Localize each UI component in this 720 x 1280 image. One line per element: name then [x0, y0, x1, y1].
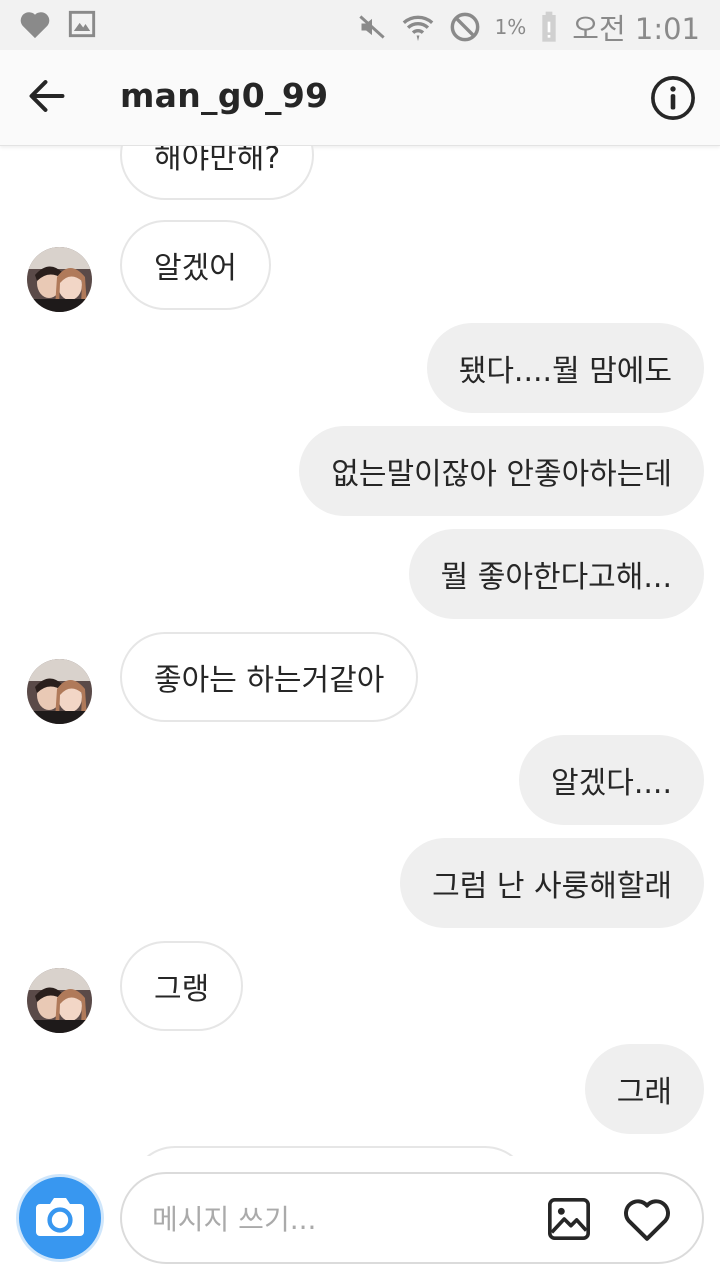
gallery-button[interactable] [546, 1196, 594, 1244]
message-bubble-incoming[interactable]: 알겠어 [120, 220, 271, 310]
back-arrow-icon [28, 79, 66, 117]
heart-notification-icon [18, 8, 52, 40]
info-icon [650, 76, 696, 125]
message-bubble-partial[interactable] [130, 1146, 530, 1156]
avatar[interactable] [27, 659, 92, 724]
message-bubble-outgoing[interactable]: 그럼 난 사룽해할래 [400, 838, 704, 928]
info-button[interactable] [650, 75, 696, 121]
message-thread[interactable]: 해야만해? 알겠어 됐다....뭘 맘에도 없는말이잖아 안좋아하는데 뭘 좋아… [0, 146, 720, 1156]
message-bubble-outgoing[interactable]: 그래 [584, 1044, 704, 1134]
message-bubble-incoming[interactable]: 좋아는 하는거같아 [120, 632, 419, 722]
heart-icon [622, 1199, 672, 1246]
message-bubble-outgoing[interactable]: 알겠다.... [519, 735, 704, 825]
composer-bar [0, 1156, 720, 1280]
message-bubble-outgoing[interactable]: 됐다....뭘 맘에도 [426, 323, 704, 413]
like-button[interactable] [622, 1196, 674, 1244]
do-not-disturb-icon [449, 11, 481, 43]
message-bubble-outgoing[interactable]: 없는말이잖아 안좋아하는데 [299, 426, 704, 516]
clock: 오전 1:01 [572, 12, 700, 46]
message-bubble-incoming[interactable]: 그랭 [120, 941, 244, 1031]
avatar[interactable] [27, 968, 92, 1033]
battery-icon [540, 11, 558, 43]
mute-icon [357, 13, 387, 41]
camera-button[interactable] [16, 1174, 104, 1262]
avatar[interactable] [27, 247, 92, 312]
gallery-icon [546, 1198, 592, 1246]
message-input[interactable] [152, 1194, 532, 1244]
chat-header: man_g0_99 [0, 50, 720, 146]
camera-icon [34, 1194, 86, 1242]
chat-username[interactable]: man_g0_99 [120, 76, 328, 115]
battery-percent: 1% [494, 15, 527, 39]
image-notification-icon [68, 10, 96, 38]
back-button[interactable] [22, 74, 72, 122]
wifi-icon [401, 10, 435, 44]
message-composer [120, 1172, 704, 1264]
message-bubble-incoming[interactable]: 해야만해? [120, 146, 315, 200]
status-bar: 1% 오전 1:01 [0, 0, 720, 50]
message-bubble-outgoing[interactable]: 뭘 좋아한다고해... [408, 529, 704, 619]
